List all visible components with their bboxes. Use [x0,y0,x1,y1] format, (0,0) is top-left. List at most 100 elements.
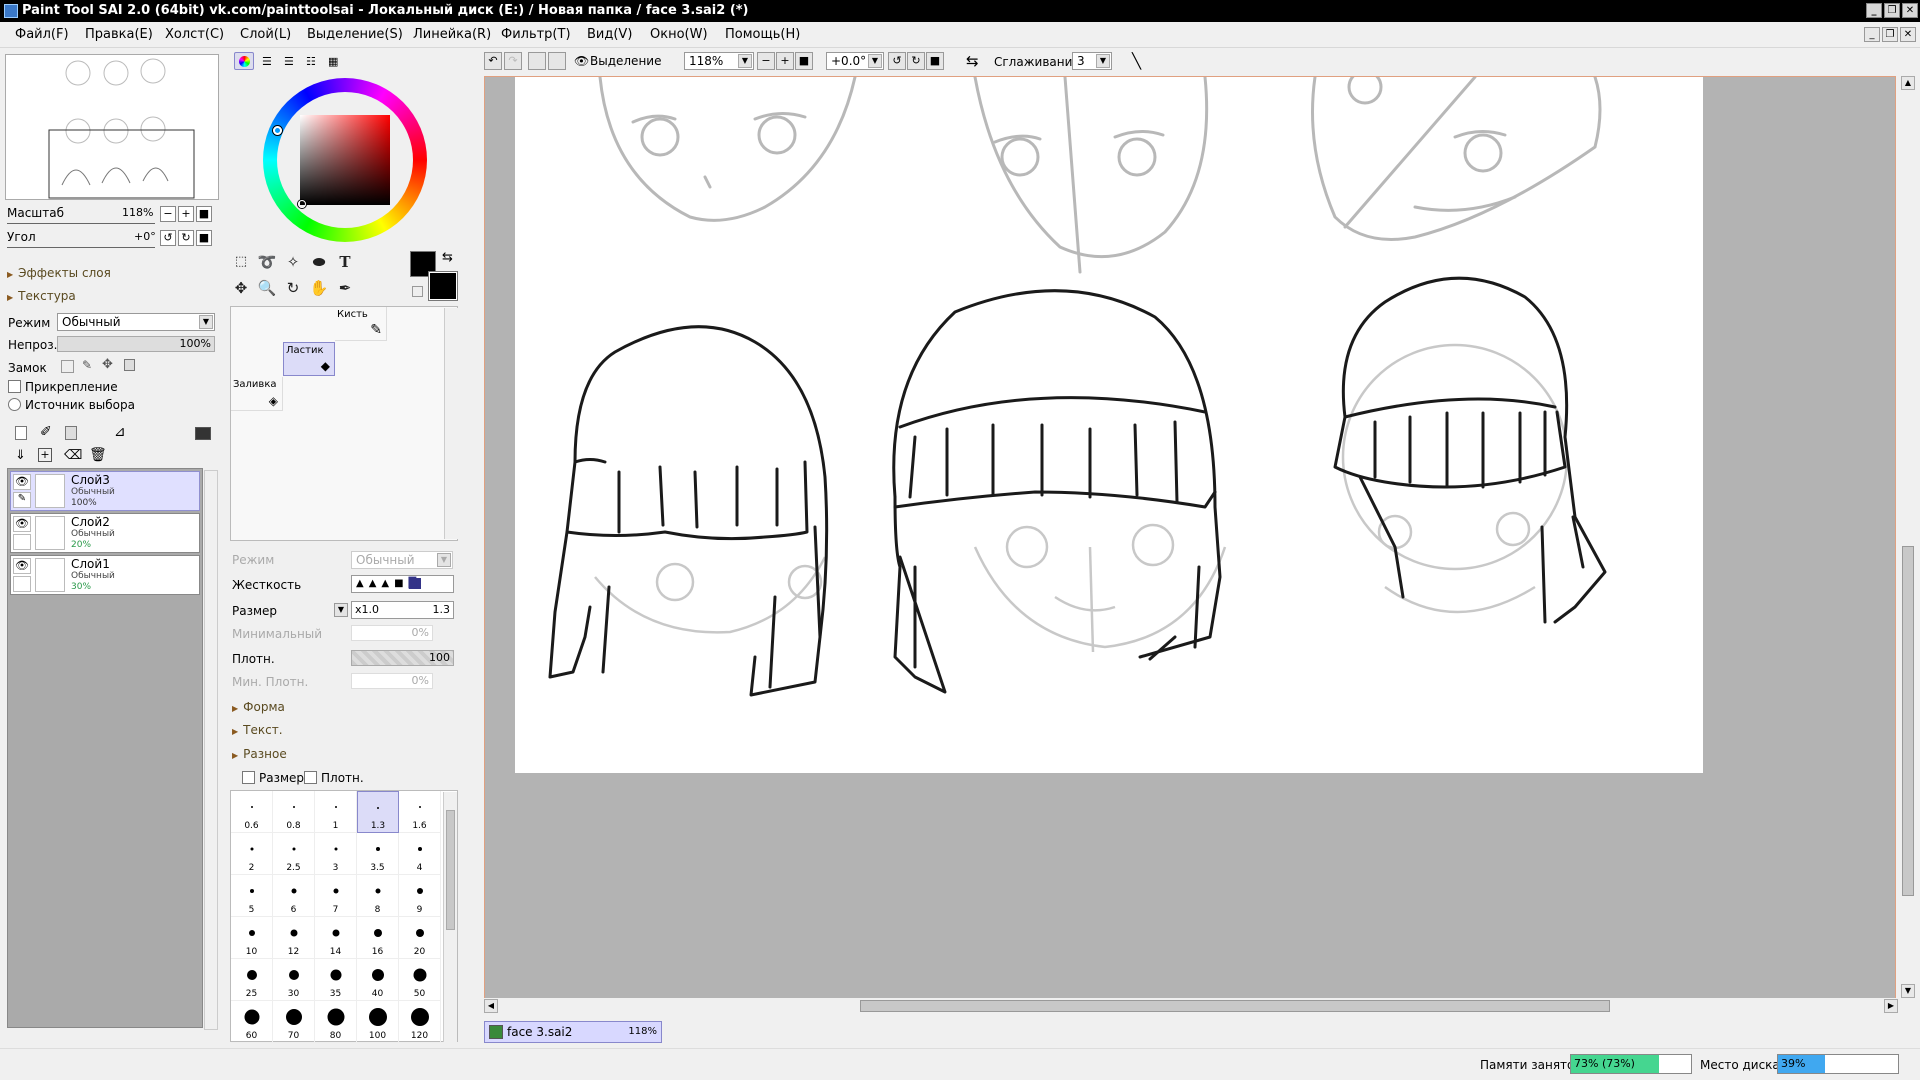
brush-size-option[interactable]: 9 [399,875,441,917]
doc-close-button[interactable]: ✕ [1900,27,1916,42]
brush-size-option[interactable]: 1.3 [357,791,399,833]
brush-size-option[interactable]: 16 [357,917,399,959]
pen-icon[interactable] [13,534,31,550]
layer-item-1[interactable]: 👁 Слой1 Обычный 30% [10,555,200,595]
eye-icon[interactable]: 👁 [13,474,31,490]
toolbar-zoom-out-button[interactable]: − [757,52,775,70]
scroll-down-arrow-icon[interactable]: ▼ [1901,984,1915,998]
size-grid-scrollbar[interactable] [443,792,457,1042]
pen-icon[interactable]: ✎ [13,492,31,508]
toolbar-zoom-in-button[interactable]: + [776,52,794,70]
brush-size-option[interactable]: 120 [399,1001,441,1043]
brush-tool-brush[interactable]: Кисть ✎ [335,307,387,341]
text-tool-icon[interactable]: T [334,251,356,273]
deselect-button[interactable] [528,52,546,70]
menu-canvas[interactable]: Холст(C) [165,27,224,42]
blend-mode-select[interactable]: Обычный ▼ [57,313,215,331]
scroll-up-arrow-icon[interactable]: ▲ [1901,76,1915,90]
color-marker[interactable] [298,200,306,208]
invert-selection-button[interactable] [548,52,566,70]
brush-size-option[interactable]: 40 [357,959,399,1001]
layer-list-scrollbar[interactable] [204,470,218,1030]
lock-paint-icon[interactable]: ✎ [82,358,92,372]
opacity-slider[interactable]: 100% [57,336,215,352]
scroll-right-arrow-icon[interactable]: ▶ [1884,999,1898,1013]
selection-source-radio[interactable] [8,398,21,411]
canvas-vertical-scrollbar[interactable]: ▲ ▼ [1900,76,1916,1000]
menu-filter[interactable]: Фильтр(T) [501,27,571,42]
doc-restore-button[interactable]: ❐ [1882,27,1898,42]
density-pressure-checkbox[interactable] [304,771,317,784]
close-button[interactable]: ✕ [1902,3,1918,18]
smoothing-select[interactable]: 3 ▼ [1072,52,1112,70]
brush-size-option[interactable]: 3 [315,833,357,875]
toolbar-zoom-reset-button[interactable]: ■ [795,52,813,70]
eye-icon[interactable]: 👁 [574,54,589,68]
horizontal-scroll-thumb[interactable] [860,1000,1610,1012]
lock-all-icon[interactable] [124,359,135,371]
toolbar-rotate-left-button[interactable]: ↺ [888,52,906,70]
brush-size-option[interactable]: 80 [315,1001,357,1043]
eye-icon[interactable]: 👁 [13,558,31,574]
brush-size-option[interactable]: 25 [231,959,273,1001]
move-icon[interactable]: ✥ [230,277,252,299]
layer-mask-icon[interactable] [195,427,211,440]
delete-layer-icon[interactable]: 🗑 [89,447,107,463]
eye-icon[interactable]: 👁 [13,516,31,532]
menu-view[interactable]: Вид(V) [587,27,632,42]
navigator-preview[interactable] [5,54,219,200]
rgb-sliders-tab[interactable]: ☰ [262,55,272,68]
layer-item-3[interactable]: 👁 ✎ Слой3 Обычный 100% [10,471,200,511]
new-layer-icon[interactable] [15,426,27,440]
menu-selection[interactable]: Выделение(S) [307,27,403,42]
menu-help[interactable]: Помощь(H) [725,27,800,42]
brush-size-option[interactable]: 2 [231,833,273,875]
layer-effects-expander[interactable]: Эффекты слоя [7,266,111,280]
hardness-selector[interactable]: ▲▲▲■█ [351,575,454,593]
rotate-reset-button[interactable]: ■ [196,230,212,246]
zoom-tool-icon[interactable]: 🔍 [256,277,278,299]
hsv-sliders-tab[interactable]: ☰ [284,55,294,68]
size-multiplier-dropdown[interactable]: ▼ [334,603,348,617]
rotate-tool-icon[interactable]: ↻ [282,277,304,299]
clipping-checkbox[interactable] [8,380,21,393]
document-tab[interactable]: face 3.sai2 118% [484,1021,662,1043]
hue-marker[interactable] [273,126,282,135]
toolbar-rotate-reset-button[interactable]: ■ [926,52,944,70]
ruler-layer-icon[interactable]: ⊿ [114,424,126,440]
shape-icon[interactable]: ⬬ [308,251,330,273]
pen-icon[interactable] [13,576,31,592]
vertical-scroll-thumb[interactable] [1902,546,1914,896]
brush-size-option[interactable]: 14 [315,917,357,959]
new-folder-icon[interactable] [65,426,77,440]
scroll-left-arrow-icon[interactable]: ◀ [484,999,498,1013]
brush-size-option[interactable]: 0.8 [273,791,315,833]
density-slider[interactable]: 100 [351,650,454,666]
doc-minimize-button[interactable]: _ [1864,27,1880,42]
brush-size-option[interactable]: 3.5 [357,833,399,875]
brush-size-option[interactable]: 70 [273,1001,315,1043]
brush-size-option[interactable]: 1 [315,791,357,833]
brush-size-option[interactable]: 10 [231,917,273,959]
menu-layer[interactable]: Слой(L) [240,27,291,42]
undo-button[interactable]: ↶ [484,52,502,70]
magic-wand-icon[interactable]: ✧ [282,251,304,273]
brush-size-option[interactable]: 5 [231,875,273,917]
secondary-color-swatch[interactable] [428,271,458,301]
texture-expander[interactable]: Текстура [7,289,76,303]
size-slider[interactable]: x1.0 1.3 [351,601,454,619]
brush-tool-eraser[interactable]: Ластик ◆ [283,342,335,376]
brush-size-option[interactable]: 35 [315,959,357,1001]
hand-icon[interactable]: ✋ [308,277,330,299]
angle-slider[interactable] [7,247,155,248]
brush-size-option[interactable]: 20 [399,917,441,959]
rect-select-icon[interactable]: ⬚ [230,251,252,273]
angle-select[interactable]: +0.0° ▼ [826,52,884,70]
size-pressure-checkbox[interactable] [242,771,255,784]
zoom-in-button[interactable]: + [178,206,194,222]
transfer-down-icon[interactable]: + [38,448,52,462]
texture-brush-expander[interactable]: Текст. [232,723,282,737]
lock-move-icon[interactable]: ✥ [102,357,113,372]
transparent-color-icon[interactable] [412,286,423,297]
min-size-slider[interactable]: 0% [351,625,433,641]
